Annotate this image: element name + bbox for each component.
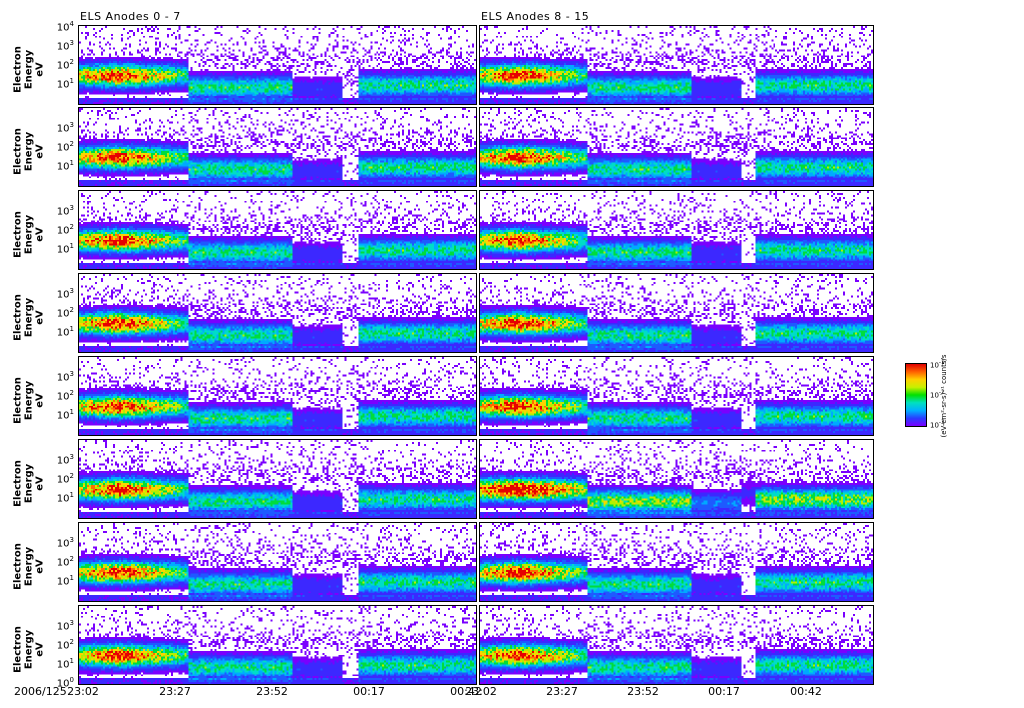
spectrogram-panel-row6-col1 xyxy=(78,439,477,519)
spectrogram-heatmap xyxy=(480,274,873,352)
y-axis-label: Electron Energy eV xyxy=(12,46,46,93)
y-tick-label: 102 xyxy=(56,472,74,486)
y-tick-label: 102 xyxy=(56,555,74,569)
y-tick-label: 101 xyxy=(56,242,74,256)
date-label: 2006/125 xyxy=(14,685,67,698)
spectrogram-panel-row7-col1 xyxy=(78,522,477,602)
y-axis-label: Electron Energy eV xyxy=(12,294,46,341)
y-tick-label: 103 xyxy=(56,370,74,384)
y-tick-label: 101 xyxy=(56,657,74,671)
spectrogram-heatmap xyxy=(79,523,476,601)
y-tick-label: 101 xyxy=(56,159,74,173)
spectrogram-panel-row4-col2 xyxy=(479,273,874,353)
y-tick-label: 102 xyxy=(56,58,74,72)
colorbar-label: (eV-cm²-sr-s)⁻¹ counts/s xyxy=(940,354,948,438)
y-axis-label: Electron Energy eV xyxy=(12,460,46,507)
spectrogram-heatmap xyxy=(79,191,476,269)
spectrogram-panel-row4-col1 xyxy=(78,273,477,353)
spectrogram-panel-row5-col1 xyxy=(78,356,477,436)
y-tick-label: 103 xyxy=(56,619,74,633)
x-tick-label: 00:42 xyxy=(790,685,822,698)
spectrogram-panel-row3-col2 xyxy=(479,190,874,270)
spectrogram-panel-row5-col2 xyxy=(479,356,874,436)
y-tick-label: 102 xyxy=(56,140,74,154)
y-tick-label: 102 xyxy=(56,389,74,403)
y-tick-label: 103 xyxy=(56,536,74,550)
spectrogram-heatmap xyxy=(79,26,476,104)
spectrogram-panel-row8-col2 xyxy=(479,605,874,685)
colorbar xyxy=(905,363,927,427)
x-tick-label: 23:27 xyxy=(546,685,578,698)
spectrogram-heatmap xyxy=(79,274,476,352)
y-tick-label: 102 xyxy=(56,223,74,237)
y-tick-label: 103 xyxy=(56,39,74,53)
x-tick-label: 23:02 xyxy=(465,685,497,698)
y-tick-label: 104 xyxy=(56,20,74,34)
y-tick-label: 103 xyxy=(56,204,74,218)
spectrogram-heatmap xyxy=(79,606,476,684)
y-tick-label: 101 xyxy=(56,77,74,91)
y-axis-label: Electron Energy eV xyxy=(12,128,46,175)
y-tick-label: 102 xyxy=(56,306,74,320)
y-tick-label: 101 xyxy=(56,325,74,339)
spectrogram-heatmap xyxy=(480,440,873,518)
right-column-title: ELS Anodes 8 - 15 xyxy=(481,10,590,23)
x-tick-label: 00:17 xyxy=(708,685,740,698)
spectrogram-heatmap xyxy=(480,108,873,186)
y-tick-label: 101 xyxy=(56,574,74,588)
x-tick-label: 23:27 xyxy=(159,685,191,698)
spectrogram-heatmap xyxy=(480,523,873,601)
spectrogram-heatmap xyxy=(79,108,476,186)
spectrogram-panel-row1-col2 xyxy=(479,25,874,105)
spectrogram-panel-row3-col1 xyxy=(78,190,477,270)
y-tick-label: 103 xyxy=(56,121,74,135)
x-tick-label: 23:02 xyxy=(67,685,99,698)
spectrogram-heatmap xyxy=(480,26,873,104)
y-axis-label: Electron Energy eV xyxy=(12,211,46,258)
x-tick-label: 23:52 xyxy=(256,685,288,698)
spectrogram-panel-row6-col2 xyxy=(479,439,874,519)
y-axis-label: Electron Energy eV xyxy=(12,377,46,424)
y-tick-label: 103 xyxy=(56,453,74,467)
spectrogram-panel-row7-col2 xyxy=(479,522,874,602)
y-tick-label: 103 xyxy=(56,287,74,301)
y-tick-label: 102 xyxy=(56,638,74,652)
y-axis-label: Electron Energy eV xyxy=(12,626,46,673)
x-tick-label: 23:52 xyxy=(627,685,659,698)
y-tick-label: 101 xyxy=(56,491,74,505)
spectrogram-heatmap xyxy=(480,606,873,684)
y-axis-label: Electron Energy eV xyxy=(12,543,46,590)
spectrogram-panel-row8-col1 xyxy=(78,605,477,685)
spectrogram-panel-row2-col2 xyxy=(479,107,874,187)
spectrogram-heatmap xyxy=(480,357,873,435)
spectrogram-heatmap xyxy=(79,440,476,518)
spectrogram-panel-row1-col1 xyxy=(78,25,477,105)
spectrogram-heatmap xyxy=(480,191,873,269)
left-column-title: ELS Anodes 0 - 7 xyxy=(80,10,181,23)
spectrogram-panel-row2-col1 xyxy=(78,107,477,187)
spectrogram-heatmap xyxy=(79,357,476,435)
y-tick-label: 101 xyxy=(56,408,74,422)
x-tick-label: 00:17 xyxy=(353,685,385,698)
